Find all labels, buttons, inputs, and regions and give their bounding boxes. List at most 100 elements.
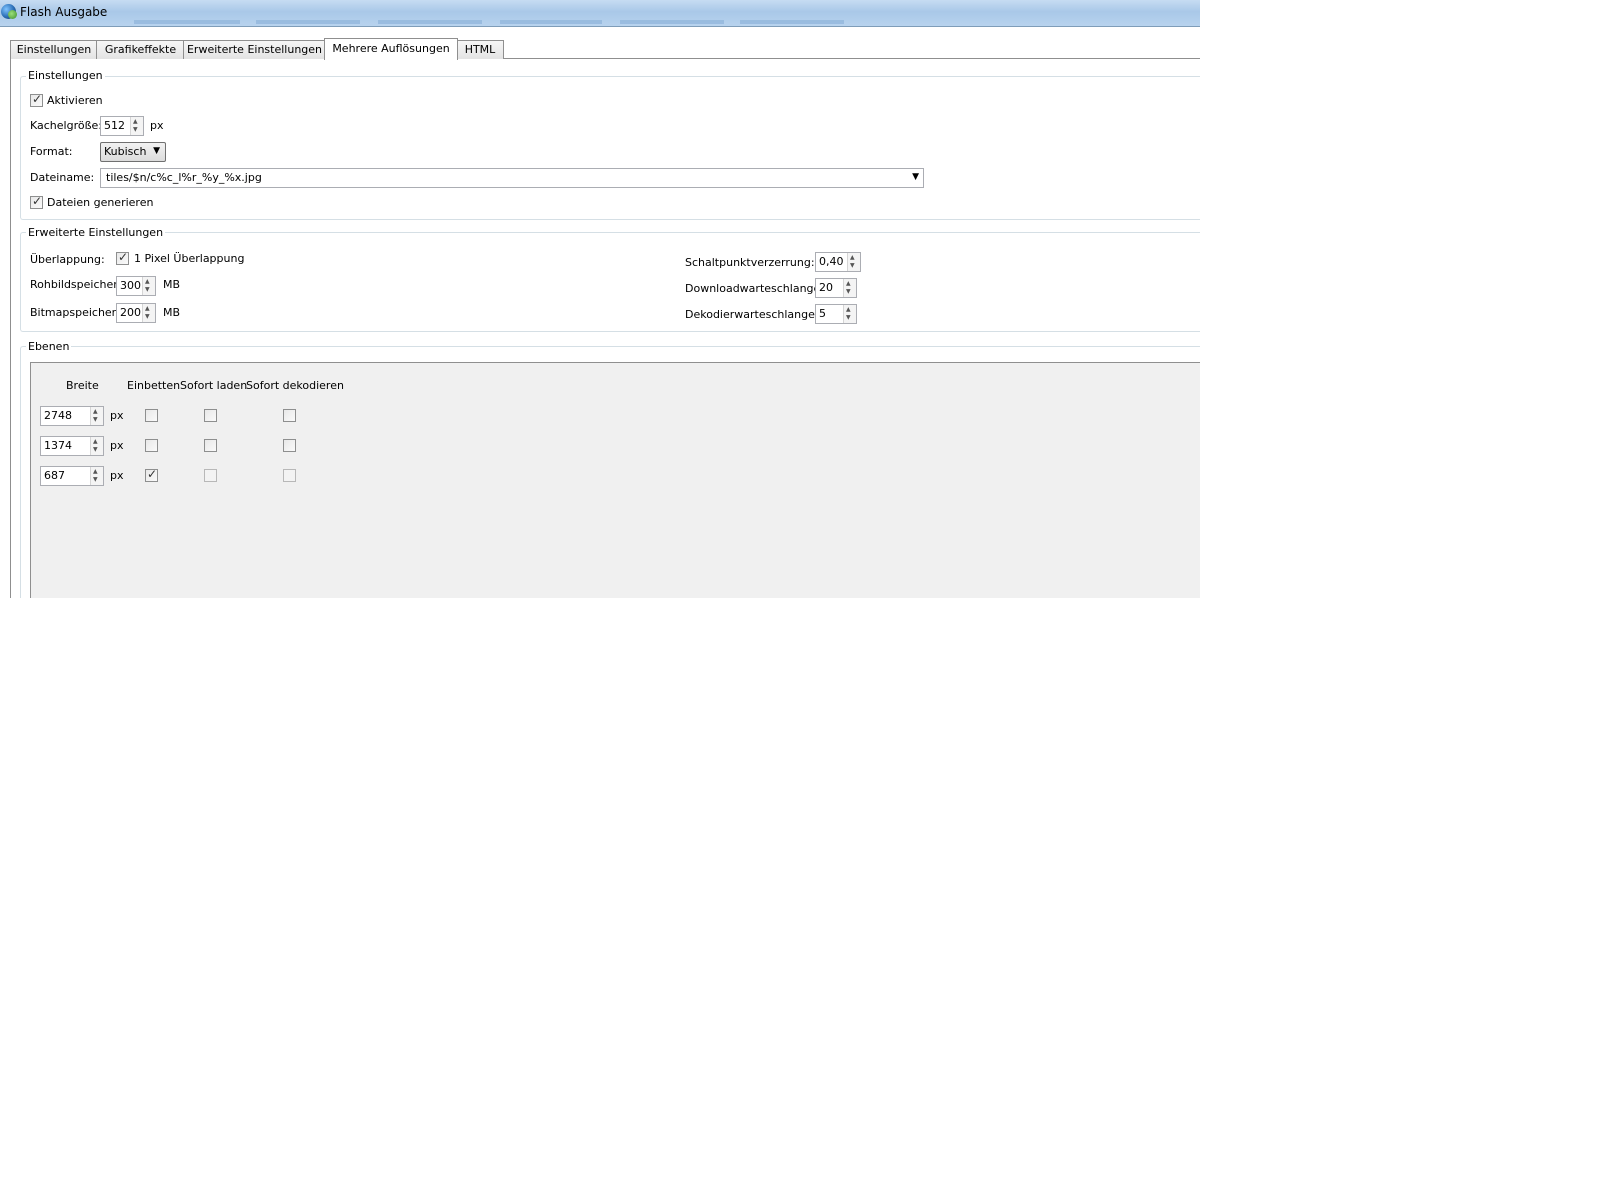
settings-group	[20, 76, 1200, 220]
spin-up-icon[interactable]: ▲	[145, 279, 150, 285]
layer-width-value: 2748	[44, 409, 72, 422]
decode-queue-spin-buttons[interactable]: ▲ ▼	[843, 305, 856, 323]
bitmap-memory-spinbox[interactable]: 200 ▲ ▼	[116, 303, 156, 323]
spin-up-icon[interactable]: ▲	[93, 409, 98, 415]
layer-width-spin-buttons[interactable]: ▲ ▼	[90, 437, 103, 455]
layer-width-spin-buttons[interactable]: ▲ ▼	[90, 407, 103, 425]
spin-down-icon[interactable]: ▼	[846, 289, 851, 295]
advanced-group	[20, 232, 1200, 332]
tile-size-spin-buttons[interactable]: ▲ ▼	[130, 117, 143, 135]
switch-distortion-value: 0,40	[819, 255, 844, 268]
layers-header-embed: Einbetten	[127, 379, 181, 392]
layer-instant-decode-checkbox[interactable]	[283, 469, 296, 482]
title-bar-decoration	[620, 20, 724, 24]
spin-up-icon[interactable]: ▲	[846, 307, 851, 313]
filename-value: tiles/$n/c%c_l%r_%y_%x.jpg	[106, 171, 262, 184]
switch-distortion-spinbox[interactable]: 0,40 ▲ ▼	[815, 252, 861, 272]
dropdown-arrow-icon: ▼	[153, 146, 160, 156]
download-queue-label: Downloadwarteschlange:	[685, 282, 824, 295]
activate-label: Aktivieren	[47, 94, 103, 107]
spin-down-icon[interactable]: ▼	[145, 287, 150, 293]
spin-up-icon[interactable]: ▲	[93, 469, 98, 475]
spin-down-icon[interactable]: ▼	[133, 127, 138, 133]
layer-embed-checkbox[interactable]	[145, 467, 158, 482]
layer-instant-load-checkbox[interactable]	[204, 409, 217, 422]
raw-memory-spinbox[interactable]: 300 ▲ ▼	[116, 276, 156, 296]
layers-legend: Ebenen	[26, 340, 72, 353]
spin-down-icon[interactable]: ▼	[93, 417, 98, 423]
decode-queue-label: Dekodierwarteschlange:	[685, 308, 819, 321]
layer-instant-decode-checkbox[interactable]	[283, 409, 296, 422]
dropdown-arrow-icon[interactable]: ▼	[912, 172, 919, 182]
settings-legend: Einstellungen	[26, 69, 105, 82]
generate-files-checkbox[interactable]	[30, 194, 43, 209]
overlap-check-label: 1 Pixel Überlappung	[134, 252, 245, 265]
bitmap-memory-spin-buttons[interactable]: ▲ ▼	[142, 304, 155, 322]
layer-instant-load-checkbox[interactable]	[204, 439, 217, 452]
layer-width-unit: px	[110, 469, 124, 482]
flash-output-window: Flash Ausgabe Einstellungen Grafikeffekt…	[0, 0, 1200, 598]
raw-memory-spin-buttons[interactable]: ▲ ▼	[142, 277, 155, 295]
spin-down-icon[interactable]: ▼	[93, 477, 98, 483]
filename-label: Dateiname:	[30, 171, 95, 184]
tab-html[interactable]: HTML	[456, 40, 504, 59]
layer-embed-checkbox[interactable]	[145, 409, 158, 422]
activate-checkbox[interactable]	[30, 92, 43, 107]
filename-combobox[interactable]: tiles/$n/c%c_l%r_%y_%x.jpg ▼	[100, 168, 924, 188]
layers-header-instant-load: Sofort laden	[180, 379, 248, 392]
spin-down-icon[interactable]: ▼	[93, 447, 98, 453]
spin-down-icon[interactable]: ▼	[850, 263, 855, 269]
switch-distortion-spin-buttons[interactable]: ▲ ▼	[847, 253, 860, 271]
title-bar-decoration	[500, 20, 602, 24]
tab-grafikeffekte[interactable]: Grafikeffekte	[96, 40, 185, 59]
decode-queue-value: 5	[819, 307, 826, 320]
spin-down-icon[interactable]: ▼	[145, 314, 150, 320]
title-bar-decoration	[740, 20, 844, 24]
tile-size-unit: px	[150, 119, 164, 132]
spin-up-icon[interactable]: ▲	[93, 439, 98, 445]
layer-width-spinbox[interactable]: 687 ▲ ▼	[40, 466, 104, 486]
download-queue-value: 20	[819, 281, 833, 294]
layer-width-unit: px	[110, 409, 124, 422]
tab-mehrere-aufloesungen[interactable]: Mehrere Auflösungen	[324, 38, 458, 60]
spin-down-icon[interactable]: ▼	[846, 315, 851, 321]
app-icon	[1, 4, 17, 19]
spin-up-icon[interactable]: ▲	[133, 119, 138, 125]
tile-size-label: Kachelgröße:	[30, 119, 102, 132]
download-queue-spin-buttons[interactable]: ▲ ▼	[843, 279, 856, 297]
layer-width-unit: px	[110, 439, 124, 452]
title-bar-decoration	[256, 20, 360, 24]
raw-memory-value: 300	[120, 279, 141, 292]
layer-width-value: 1374	[44, 439, 72, 452]
overlap-label: Überlappung:	[30, 253, 105, 266]
tile-size-spinbox[interactable]: 512 ▲ ▼	[100, 116, 144, 136]
tab-einstellungen[interactable]: Einstellungen	[10, 40, 98, 59]
decode-queue-spinbox[interactable]: 5 ▲ ▼	[815, 304, 857, 324]
layer-width-spin-buttons[interactable]: ▲ ▼	[90, 467, 103, 485]
raw-memory-unit: MB	[163, 278, 181, 291]
title-bar-decoration	[134, 20, 240, 24]
raw-memory-label: Rohbildspeicher:	[30, 278, 122, 291]
overlap-checkbox[interactable]	[116, 250, 129, 265]
layers-header-width: Breite	[66, 379, 99, 392]
title-bar: Flash Ausgabe	[0, 0, 1200, 27]
layer-instant-decode-checkbox[interactable]	[283, 439, 296, 452]
format-label: Format:	[30, 145, 73, 158]
layers-header-instant-decode: Sofort dekodieren	[246, 379, 344, 392]
layer-width-spinbox[interactable]: 2748 ▲ ▼	[40, 406, 104, 426]
advanced-legend: Erweiterte Einstellungen	[26, 226, 166, 239]
format-value: Kubisch	[104, 145, 147, 158]
title-bar-decoration	[378, 20, 482, 24]
format-select[interactable]: Kubisch ▼	[100, 142, 166, 162]
tab-erweiterte-einstellungen[interactable]: Erweiterte Einstellungen	[183, 40, 326, 59]
spin-up-icon[interactable]: ▲	[145, 306, 150, 312]
layer-embed-checkbox[interactable]	[145, 439, 158, 452]
layer-width-value: 687	[44, 469, 65, 482]
spin-up-icon[interactable]: ▲	[850, 255, 855, 261]
window-title: Flash Ausgabe	[20, 5, 108, 19]
download-queue-spinbox[interactable]: 20 ▲ ▼	[815, 278, 857, 298]
generate-files-label: Dateien generieren	[47, 196, 154, 209]
spin-up-icon[interactable]: ▲	[846, 281, 851, 287]
layer-instant-load-checkbox[interactable]	[204, 469, 217, 482]
layer-width-spinbox[interactable]: 1374 ▲ ▼	[40, 436, 104, 456]
